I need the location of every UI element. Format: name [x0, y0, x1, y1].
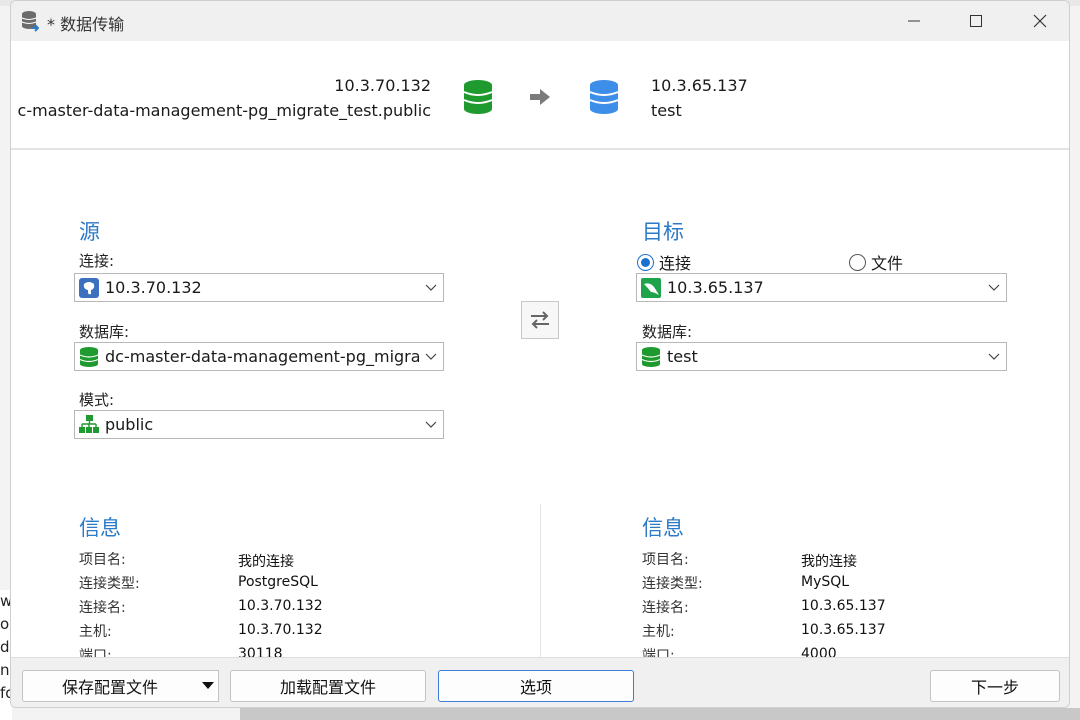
source-schema-value: public [105, 415, 154, 434]
load-profile-button[interactable]: 加载配置文件 [230, 670, 426, 702]
source-schema-select[interactable]: public [74, 410, 444, 439]
close-icon [1033, 14, 1047, 28]
chevron-down-icon [419, 284, 443, 292]
close-button[interactable] [1017, 7, 1063, 35]
info-key: 项目名: [79, 552, 126, 568]
source-database-value: dc-master-data-management-pg_migra [105, 347, 419, 366]
info-key: 项目名: [642, 552, 689, 568]
dialog-footer: 保存配置文件 加载配置文件 选项 下一步 [11, 657, 1069, 707]
source-summary: 10.3.70.132 c-master-data-management-pg_… [18, 73, 431, 123]
options-button[interactable]: 选项 [438, 670, 634, 702]
radio-unselected-icon [849, 253, 866, 271]
chevron-down-icon [419, 421, 443, 429]
info-value: 我的连接 [238, 554, 294, 570]
info-value: PostgreSQL [238, 574, 318, 590]
schema-icon [79, 414, 99, 433]
chevron-down-icon [419, 353, 443, 361]
target-database-label: 数据库: [642, 323, 693, 341]
info-value: 10.3.65.137 [801, 622, 886, 638]
target-database-value: test [667, 347, 698, 366]
radio-file-label: 文件 [871, 254, 904, 273]
next-button[interactable]: 下一步 [930, 670, 1060, 702]
source-host: 10.3.70.132 [334, 76, 431, 95]
info-key: 主机: [79, 624, 112, 640]
database-icon [641, 346, 661, 367]
info-key: 连接名: [79, 600, 126, 616]
save-profile-dropdown[interactable] [197, 670, 219, 702]
save-profile-button[interactable]: 保存配置文件 [22, 670, 198, 702]
target-database-select[interactable]: test [636, 342, 1007, 371]
target-name: test [651, 101, 682, 120]
chevron-down-icon [982, 284, 1006, 292]
source-name: c-master-data-management-pg_migrate_test… [17, 101, 431, 120]
data-transfer-dialog: * 数据传输 10.3.70.132 c-master-data-managem… [10, 0, 1070, 708]
minimize-button[interactable] [891, 7, 937, 35]
target-database-icon [589, 80, 619, 114]
transfer-summary-header: 10.3.70.132 c-master-data-management-pg_… [11, 41, 1069, 150]
target-radio-connection[interactable]: 连接 [637, 250, 691, 274]
target-heading: 目标 [642, 220, 684, 244]
source-connection-value: 10.3.70.132 [105, 278, 202, 297]
info-key: 连接类型: [79, 576, 140, 592]
target-connection-select[interactable]: 10.3.65.137 [636, 273, 1007, 302]
source-database-select[interactable]: dc-master-data-management-pg_migra [74, 342, 444, 371]
source-database-icon [463, 80, 493, 114]
source-connection-select[interactable]: 10.3.70.132 [74, 273, 444, 302]
window-title: * 数据传输 [47, 15, 125, 34]
maximize-icon [970, 15, 982, 27]
radio-selected-icon [637, 253, 654, 271]
info-value: 10.3.70.132 [238, 622, 323, 638]
arrow-right-icon [530, 89, 550, 105]
target-connection-value: 10.3.65.137 [667, 278, 764, 297]
info-value: 我的连接 [801, 554, 857, 570]
radio-connection-label: 连接 [659, 254, 692, 273]
info-key: 连接类型: [642, 576, 703, 592]
source-schema-label: 模式: [79, 391, 115, 409]
info-key: 连接名: [642, 600, 689, 616]
target-radio-file[interactable]: 文件 [849, 250, 903, 274]
info-value: 10.3.65.137 [801, 598, 886, 614]
maximize-button[interactable] [953, 7, 999, 35]
transfer-settings: 源 连接: 10.3.70.132 数据库: dc-master-data-ma… [11, 152, 1069, 664]
swap-arrows-icon [531, 311, 549, 329]
background-bar [240, 708, 1080, 720]
info-key: 主机: [642, 624, 675, 640]
info-value: 10.3.70.132 [238, 598, 323, 614]
target-host: 10.3.65.137 [651, 76, 748, 95]
postgresql-icon [79, 277, 99, 298]
source-database-label: 数据库: [79, 323, 130, 341]
info-value: MySQL [801, 574, 850, 590]
source-connection-label: 连接: [79, 252, 115, 270]
chevron-down-icon [982, 353, 1006, 361]
minimize-icon [908, 20, 920, 22]
swap-button[interactable] [521, 301, 559, 339]
target-info-heading: 信息 [642, 516, 684, 540]
database-icon [79, 346, 99, 367]
caret-down-icon [201, 682, 214, 689]
title-bar[interactable]: * 数据传输 [11, 1, 1069, 41]
target-summary: 10.3.65.137 test [651, 73, 748, 123]
info-divider [540, 504, 541, 664]
database-transfer-icon [21, 11, 39, 32]
mysql-icon [641, 277, 661, 298]
source-heading: 源 [79, 220, 100, 244]
source-info-heading: 信息 [79, 516, 121, 540]
